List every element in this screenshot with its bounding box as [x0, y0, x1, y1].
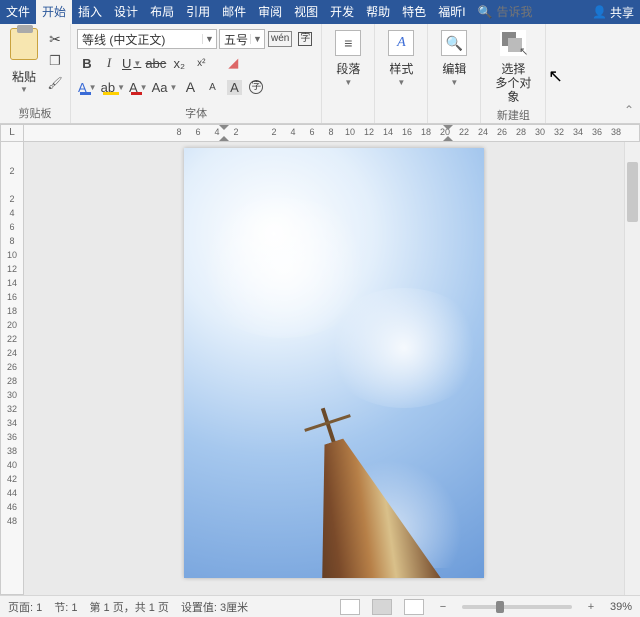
paragraph-button[interactable]: ≡ 段落 ▼ [326, 26, 370, 87]
editing-button[interactable]: 🔍 编辑 ▼ [432, 26, 476, 87]
tell-me-search[interactable]: 🔍 [472, 5, 547, 19]
enclose-char-button[interactable]: 字 [246, 77, 266, 97]
char-shading-button[interactable]: A [224, 77, 244, 97]
clear-formatting-button[interactable]: ◢ [223, 53, 243, 73]
find-icon: 🔍 [441, 30, 467, 56]
tab-help[interactable]: 帮助 [360, 0, 396, 24]
paste-label: 粘贴 [12, 68, 36, 85]
mouse-cursor-icon: ↖ [548, 66, 563, 87]
tab-foxit[interactable]: 福昕I [432, 0, 471, 24]
tab-special[interactable]: 特色 [396, 0, 432, 24]
ruler-corner[interactable]: L [0, 124, 24, 142]
group-paragraph: ≡ 段落 ▼ [322, 24, 375, 123]
font-size-dropdown-icon[interactable]: ▼ [250, 34, 264, 44]
search-input[interactable] [496, 5, 540, 19]
page[interactable] [184, 148, 484, 578]
left-indent-marker[interactable] [219, 125, 229, 141]
font-name-combo[interactable]: 等线 (中文正文) ▼ [77, 29, 217, 49]
right-indent-marker[interactable] [443, 125, 453, 141]
tab-review[interactable]: 审阅 [252, 0, 288, 24]
horizontal-ruler[interactable]: 8642246810121416182022242628303234363842… [24, 124, 640, 142]
italic-button[interactable]: I [99, 53, 119, 73]
status-bar: 页面: 1 节: 1 第 1 页，共 1 页 设置值: 3厘米 − + 39% [0, 595, 640, 617]
tab-file[interactable]: 文件 [0, 0, 36, 24]
document-canvas[interactable] [24, 142, 640, 595]
ribbon: 粘贴 ▼ 剪贴板 等线 (中文正文) ▼ 五号 [0, 24, 640, 124]
workspace: L 86422468101214161820222426283032343638… [0, 124, 640, 595]
status-page-count[interactable]: 第 1 页，共 1 页 [89, 599, 168, 615]
copy-button[interactable] [46, 52, 64, 70]
group-font: 等线 (中文正文) ▼ 五号 ▼ wén 字 B I U▼ abc x₂ [71, 24, 322, 123]
tab-developer[interactable]: 开发 [324, 0, 360, 24]
status-setting[interactable]: 设置值: 3厘米 [181, 599, 248, 615]
select-multiple-objects-button[interactable]: ↖ 选择多个对象 [485, 26, 541, 104]
status-section[interactable]: 节: 1 [54, 599, 77, 615]
tab-design[interactable]: 设计 [108, 0, 144, 24]
font-color-button[interactable]: A▼ [128, 77, 149, 97]
grow-font-button[interactable]: A [180, 77, 200, 97]
char-border-button[interactable]: 字 [295, 29, 315, 49]
phonetic-guide-button[interactable]: wén [267, 29, 293, 49]
scrollbar-thumb[interactable] [627, 162, 638, 222]
tab-references[interactable]: 引用 [180, 0, 216, 24]
font-size-combo[interactable]: 五号 ▼ [219, 29, 265, 49]
tab-layout[interactable]: 布局 [144, 0, 180, 24]
strikethrough-button[interactable]: abc [144, 53, 167, 73]
change-case-button[interactable]: Aa▼ [151, 77, 179, 97]
group-font-label: 字体 [75, 102, 317, 123]
share-label: 共享 [610, 4, 634, 21]
group-clipboard-label: 剪贴板 [4, 102, 66, 123]
cut-button[interactable] [46, 30, 64, 48]
select-objects-icon: ↖ [500, 30, 526, 56]
subscript-button[interactable]: x₂ [169, 53, 189, 73]
zoom-out-button[interactable]: − [436, 601, 450, 613]
vertical-ruler[interactable]: 2246810121416182022242628303234363840424… [0, 142, 24, 595]
group-clipboard: 粘贴 ▼ 剪贴板 [0, 24, 71, 123]
styles-button[interactable]: A 样式 ▼ [379, 26, 423, 87]
zoom-in-button[interactable]: + [584, 601, 598, 613]
font-size-value: 五号 [220, 31, 250, 48]
underline-button[interactable]: U▼ [121, 53, 142, 73]
group-newgroup-label: 新建组 [485, 104, 541, 125]
search-icon: 🔍 [478, 5, 493, 19]
status-page[interactable]: 页面: 1 [8, 599, 42, 615]
font-name-value: 等线 (中文正文) [78, 31, 202, 48]
group-editing: 🔍 编辑 ▼ [428, 24, 481, 123]
paragraph-icon: ≡ [335, 30, 361, 56]
share-icon: 👤 [592, 5, 607, 19]
group-newgroup: ↖ 选择多个对象 新建组 [481, 24, 546, 123]
menu-bar: 文件 开始 插入 设计 布局 引用 邮件 审阅 视图 开发 帮助 特色 福昕I … [0, 0, 640, 24]
tab-insert[interactable]: 插入 [72, 0, 108, 24]
share-button[interactable]: 👤 共享 [586, 4, 640, 21]
styles-icon: A [388, 30, 414, 56]
group-styles: A 样式 ▼ [375, 24, 428, 123]
zoom-slider[interactable] [462, 605, 572, 609]
view-web-layout-button[interactable] [404, 599, 424, 615]
tab-home[interactable]: 开始 [36, 0, 72, 24]
vertical-scrollbar[interactable] [624, 142, 640, 595]
zoom-slider-thumb[interactable] [496, 601, 504, 613]
collapse-ribbon-button[interactable]: ⌃ [624, 103, 634, 117]
paste-button[interactable]: 粘贴 ▼ [4, 26, 44, 94]
zoom-level[interactable]: 39% [610, 601, 632, 613]
superscript-button[interactable]: x² [191, 53, 211, 73]
bold-button[interactable]: B [77, 53, 97, 73]
view-read-mode-button[interactable] [340, 599, 360, 615]
view-print-layout-button[interactable] [372, 599, 392, 615]
paste-icon [10, 28, 38, 60]
text-effects-button[interactable]: A▼ [77, 77, 98, 97]
highlight-button[interactable]: ab▼ [100, 77, 126, 97]
font-name-dropdown-icon[interactable]: ▼ [202, 34, 216, 44]
tab-view[interactable]: 视图 [288, 0, 324, 24]
shrink-font-button[interactable]: A [202, 77, 222, 97]
format-painter-button[interactable] [46, 74, 64, 92]
tab-mailings[interactable]: 邮件 [216, 0, 252, 24]
